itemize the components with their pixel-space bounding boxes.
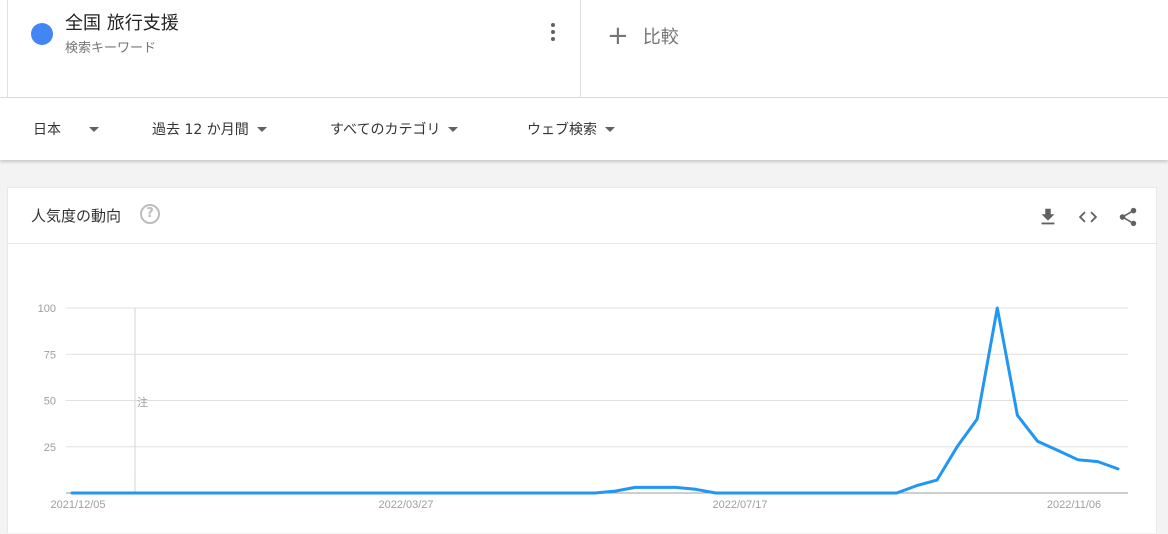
filter-bar: 日本 過去 12 か月間 すべてのカテゴリ ウェブ検索 (0, 98, 1168, 160)
filter-region[interactable]: 日本 (33, 119, 99, 139)
filter-time-range[interactable]: 過去 12 か月間 (152, 119, 267, 139)
filter-time-range-label: 過去 12 か月間 (152, 122, 249, 138)
filter-region-label: 日本 (33, 122, 61, 138)
interest-over-time-card: 人気度の動向 ? 100 75 50 25 注 2021/12/05 2022/03/27 2… (7, 187, 1157, 533)
filter-category-label: すべてのカテゴリ (330, 122, 441, 138)
filter-category[interactable]: すべてのカテゴリ (330, 119, 459, 139)
add-icon: + (607, 21, 629, 51)
y-tick-label: 75 (44, 349, 56, 361)
trend-chart: 100 75 50 25 注 2021/12/05 2022/03/27 2022/07/17… (38, 303, 1128, 511)
dropdown-arrow-icon (605, 126, 615, 132)
more-vert-icon[interactable] (545, 23, 561, 45)
dropdown-arrow-icon (89, 126, 99, 132)
y-tick-label: 100 (38, 303, 56, 315)
x-tick-label: 2022/03/27 (378, 499, 433, 511)
search-terms-bar: 全国 旅行支援 検索キーワード + 比較 (0, 0, 1168, 98)
compare-label: 比較 (642, 27, 679, 48)
filter-search-type-label: ウェブ検索 (527, 122, 597, 138)
term-type: 検索キーワード (65, 41, 157, 56)
term-color-dot (31, 23, 53, 45)
x-tick-label: 2021/12/05 (50, 499, 105, 511)
x-tick-label: 2022/11/06 (1047, 499, 1101, 511)
dropdown-arrow-icon (256, 126, 267, 132)
term-name[interactable]: 全国 旅行支援 (65, 9, 179, 35)
y-tick-label: 25 (44, 442, 56, 454)
note-marker-label[interactable]: 注 (137, 395, 148, 409)
y-tick-label: 50 (44, 396, 56, 408)
dropdown-arrow-icon (448, 126, 459, 132)
x-tick-label: 2022/07/17 (712, 499, 767, 511)
filter-search-type[interactable]: ウェブ検索 (527, 119, 615, 139)
search-term-card[interactable]: 全国 旅行支援 検索キーワード (7, 0, 581, 97)
compare-button[interactable]: + 比較 (607, 20, 679, 52)
